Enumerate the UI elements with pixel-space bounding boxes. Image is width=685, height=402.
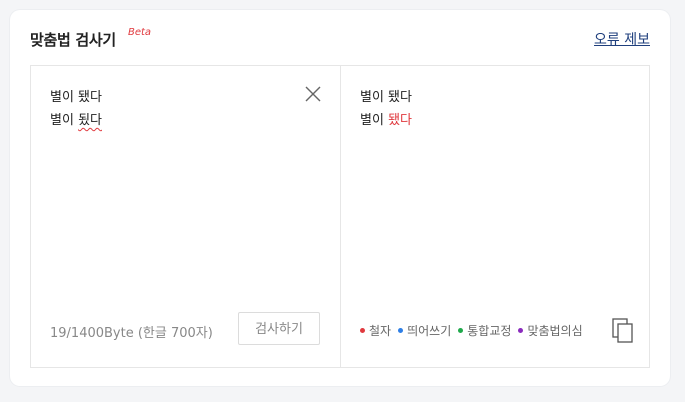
output-line: 별이 됐다 — [360, 109, 620, 132]
result-output: 별이 됐다 별이 됐다 — [360, 86, 620, 132]
error-legend: 철자 띄어쓰기 통합교정 맞춤법의심 — [360, 322, 583, 339]
misspelled-word: 됬다 — [78, 113, 102, 128]
input-line: 별이 됐다 — [50, 90, 102, 105]
checker-panel: 별이 됐다 별이 됬다 19/1400Byte (한글 700자) 검사하기 별… — [30, 65, 650, 368]
legend-dot — [360, 328, 365, 333]
legend-label: 맞춤법의심 — [527, 324, 583, 338]
legend-dot — [458, 328, 464, 333]
legend-label: 철자 — [369, 324, 392, 338]
output-line: 별이 됐다 — [360, 90, 412, 105]
text-input[interactable]: 별이 됐다 별이 됬다 — [50, 86, 300, 132]
check-button[interactable]: 검사하기 — [238, 312, 320, 345]
char-count: 19/1400Byte (한글 700자) — [50, 326, 213, 341]
panel-divider — [340, 66, 341, 367]
clear-button[interactable] — [304, 85, 322, 103]
page-title: 맞춤법 검사기 — [30, 31, 116, 49]
copy-icon — [612, 318, 633, 343]
beta-badge: Beta — [128, 27, 152, 38]
input-line: 별이 됬다 — [50, 109, 300, 132]
legend-dot — [398, 328, 404, 333]
close-icon — [305, 86, 321, 102]
legend-item-spelling: 철자 — [360, 322, 391, 339]
legend-dot — [518, 328, 524, 333]
report-error-link[interactable]: 오류 제보 — [594, 29, 650, 49]
spell-checker-card: 맞춤법 검사기 Beta 오류 제보 별이 됐다 별이 됬다 19/1400By… — [10, 10, 670, 386]
corrected-word: 됐다 — [388, 113, 412, 128]
legend-item-spacing: 띄어쓰기 — [398, 322, 451, 339]
legend-label: 통합교정 — [467, 324, 512, 338]
legend-item-suspected: 맞춤법의심 — [518, 322, 583, 339]
copy-button[interactable] — [612, 318, 634, 344]
legend-label: 띄어쓰기 — [407, 324, 452, 338]
legend-item-combined: 통합교정 — [458, 322, 511, 339]
input-line-text: 별이 — [50, 113, 79, 128]
output-line-text: 별이 — [360, 113, 389, 128]
